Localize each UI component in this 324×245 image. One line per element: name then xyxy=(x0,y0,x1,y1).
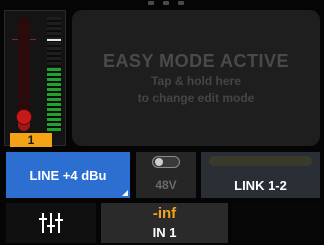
easy-mode-hint-line1: Tap & hold here xyxy=(151,73,241,88)
mixer-button[interactable] xyxy=(6,203,96,243)
toggle-knob xyxy=(155,158,163,166)
mixer-sliders-icon xyxy=(39,213,63,233)
level-meter xyxy=(47,17,61,131)
link-button[interactable]: LINK 1-2 xyxy=(201,152,320,198)
input-level-label: LINE +4 dBu xyxy=(29,167,107,183)
link-label: LINK 1-2 xyxy=(234,178,287,193)
input-level-button[interactable]: LINE +4 dBu xyxy=(6,152,130,198)
easy-mode-hint-line2: to change edit mode xyxy=(137,90,255,105)
drag-dot xyxy=(178,1,184,5)
easy-mode-panel[interactable]: EASY MODE ACTIVE Tap & hold here to chan… xyxy=(72,10,320,146)
link-indicator xyxy=(209,156,312,166)
drag-handle[interactable] xyxy=(148,1,184,6)
channel-number-badge: 1 xyxy=(10,133,52,147)
meter-peak-hold xyxy=(47,39,61,41)
easy-mode-title: EASY MODE ACTIVE xyxy=(102,50,290,71)
phantom-power-control[interactable]: 48V xyxy=(136,152,196,198)
channel-strip-screen: 1 EASY MODE ACTIVE Tap & hold here to ch… xyxy=(0,0,324,245)
drag-dot xyxy=(163,1,169,5)
meter-panel: 1 xyxy=(4,10,66,147)
fader-knob[interactable] xyxy=(16,109,32,125)
channel-name: IN 1 xyxy=(152,225,177,240)
gain-readout: -inf xyxy=(152,205,177,222)
phantom-power-label: 48V xyxy=(155,178,177,192)
channel-info[interactable]: -inf IN 1 xyxy=(101,203,228,243)
meter-level-fill xyxy=(47,68,61,131)
drag-dot xyxy=(148,1,154,5)
phantom-power-toggle[interactable] xyxy=(152,156,180,168)
empty-slot xyxy=(232,203,320,243)
dropdown-corner-icon xyxy=(122,190,128,196)
